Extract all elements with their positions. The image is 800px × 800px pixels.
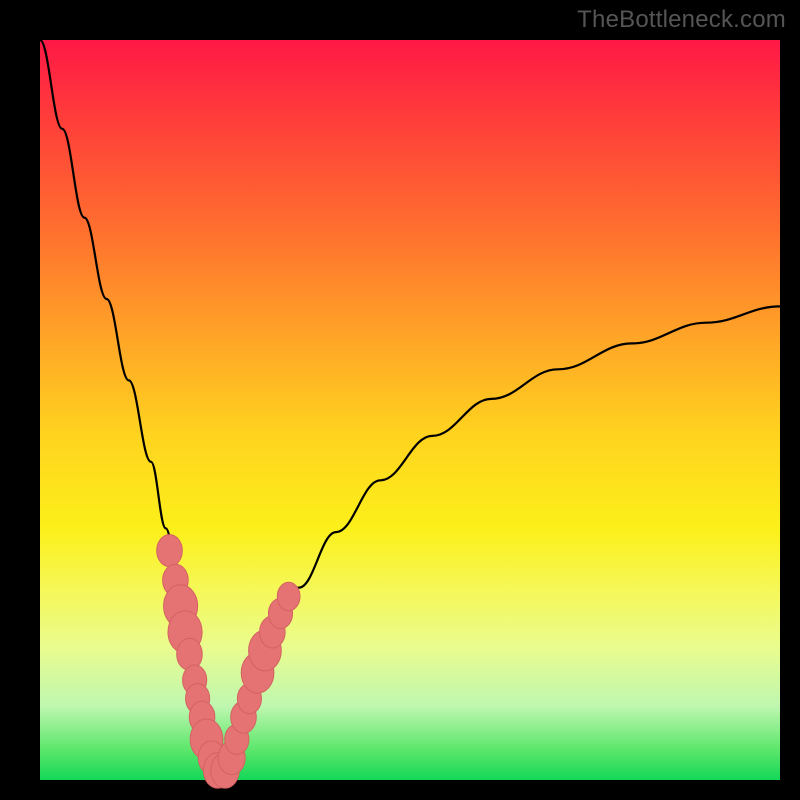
plot-background-gradient bbox=[40, 40, 780, 780]
bottleneck-curve bbox=[40, 40, 780, 776]
chart-svg bbox=[40, 40, 780, 780]
marker-bead bbox=[277, 582, 300, 610]
chart-container: TheBottleneck.com bbox=[0, 0, 800, 800]
marker-beads-group bbox=[157, 535, 300, 789]
marker-bead bbox=[157, 535, 183, 567]
watermark-text: TheBottleneck.com bbox=[577, 6, 786, 34]
